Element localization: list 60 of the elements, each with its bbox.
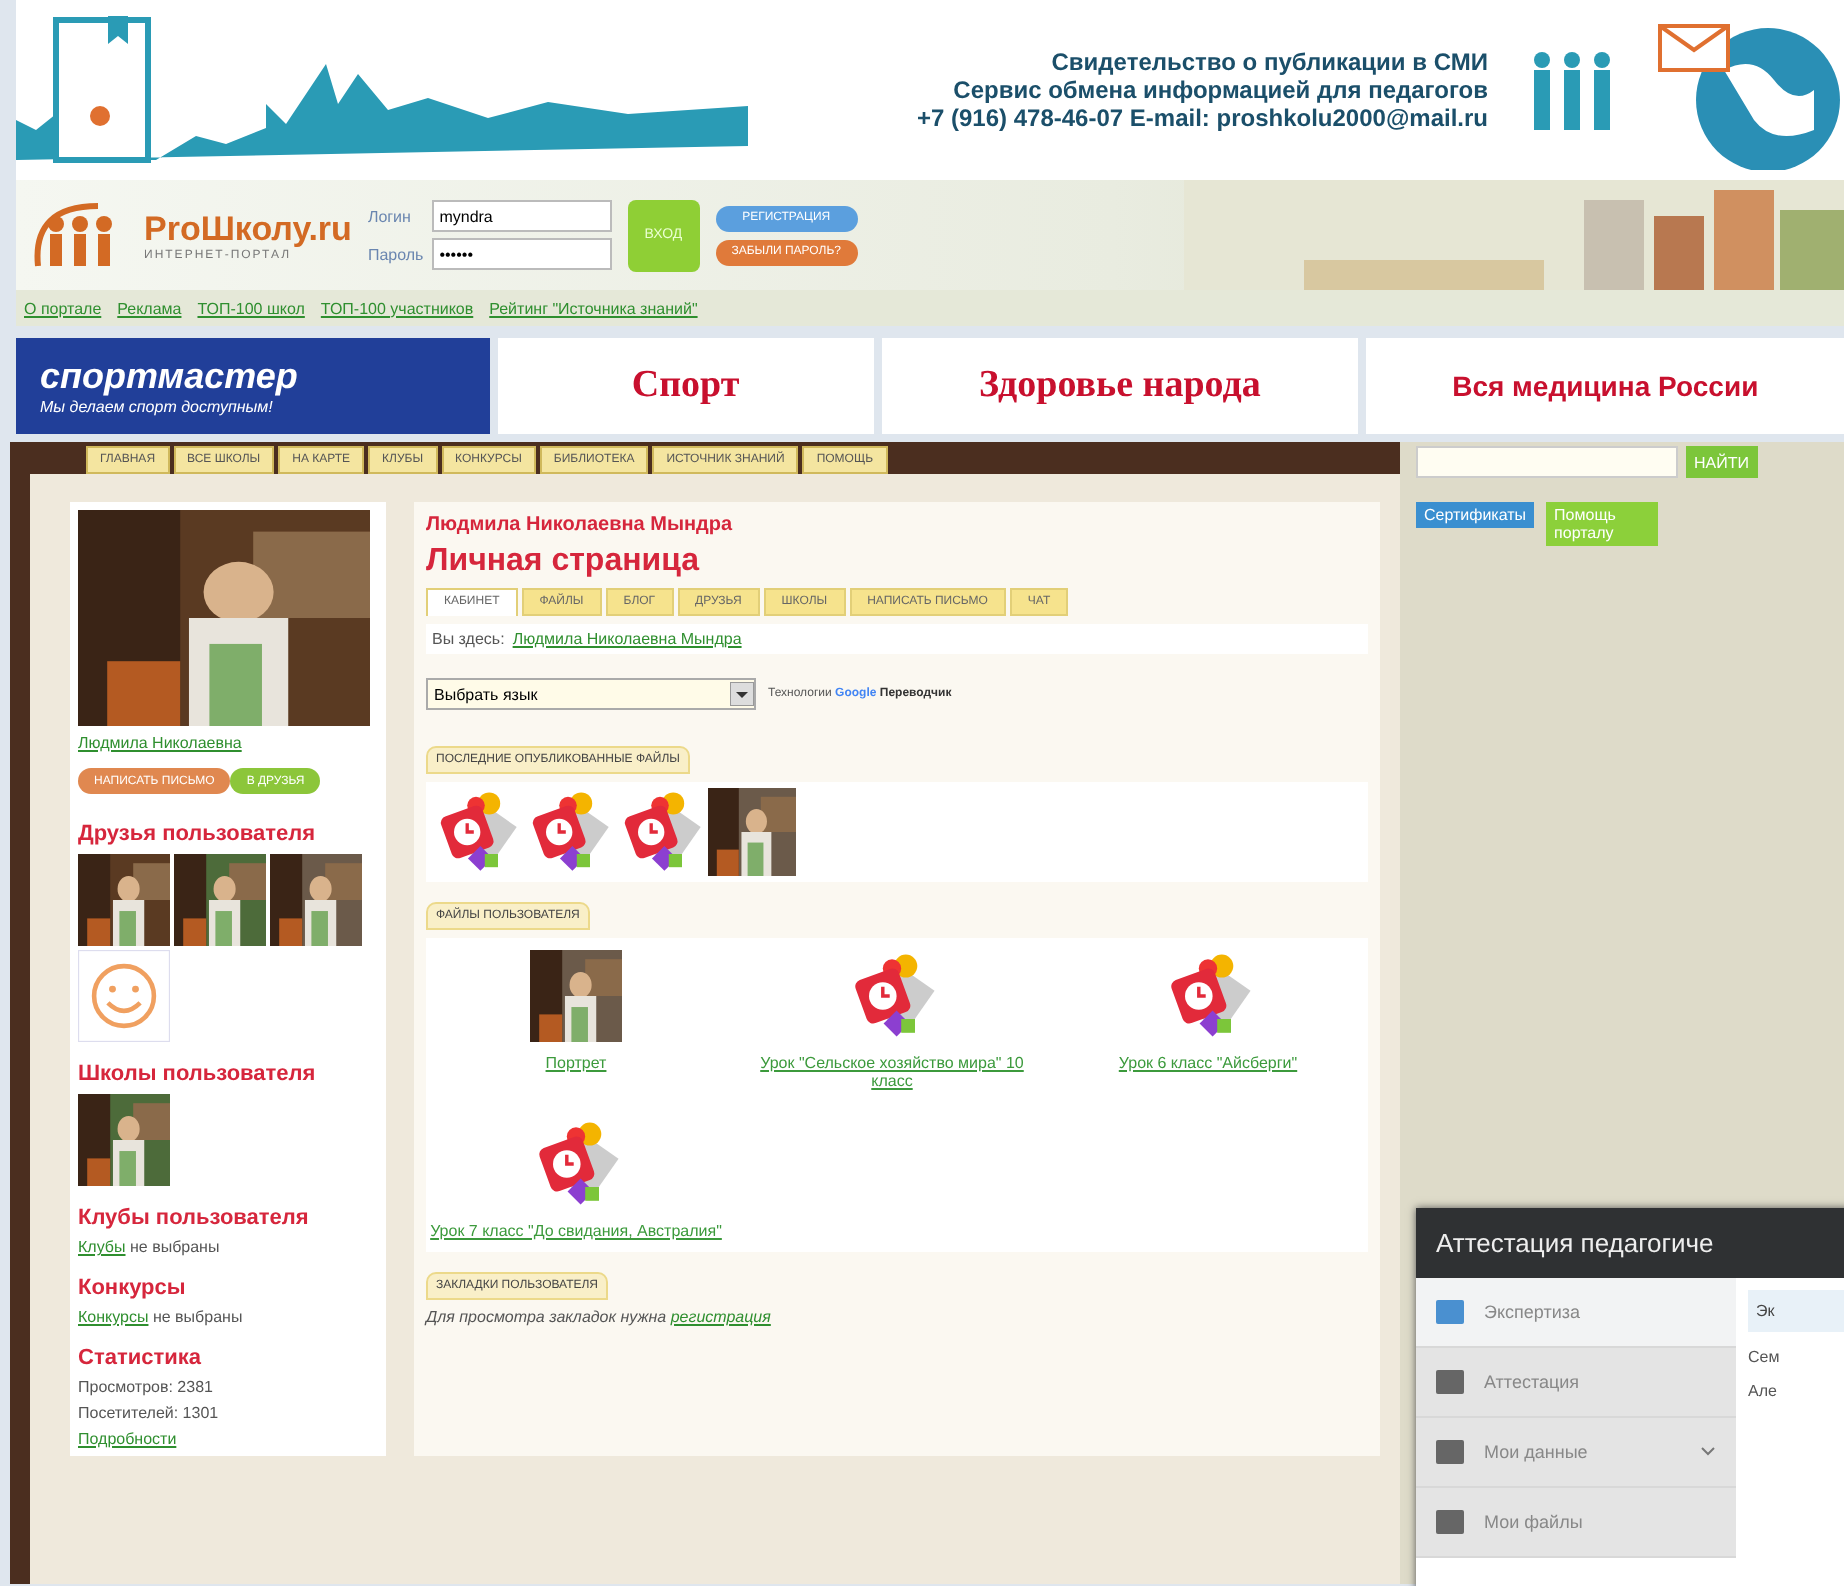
- top-link[interactable]: Реклама: [117, 299, 182, 317]
- clubs-text: Клубы не выбраны: [78, 1238, 222, 1256]
- clubs-link[interactable]: Клубы: [78, 1238, 126, 1256]
- ad-banner[interactable]: Здоровье народа: [881, 338, 1359, 434]
- clubs-heading: Клубы пользователя: [78, 1206, 311, 1230]
- menu-item[interactable]: Аттестация: [1416, 1348, 1736, 1418]
- file-link[interactable]: Урок 7 класс "До свидания, Австралия": [430, 1222, 722, 1240]
- statistics-heading: Статистика: [78, 1346, 203, 1370]
- window-tab[interactable]: Эк: [1748, 1290, 1844, 1332]
- file-link[interactable]: Портрет: [545, 1054, 607, 1072]
- password-field[interactable]: ••••••: [431, 238, 612, 270]
- password-label: Пароль: [367, 245, 424, 263]
- contests-text: Конкурсы не выбраны: [78, 1308, 245, 1326]
- sport-ad[interactable]: спортмастер Мы делаем спорт доступным!: [16, 338, 490, 434]
- owner-name: Людмила Николаевна Мындра: [426, 514, 735, 536]
- certificates-button[interactable]: Сертификаты: [1416, 502, 1535, 528]
- window-text: Сем: [1748, 1348, 1782, 1366]
- banner-text: Свидетельство о публикации в СМИ: [1051, 48, 1488, 76]
- login-label: Логин: [367, 207, 413, 225]
- login-field[interactable]: myndra: [431, 200, 612, 232]
- menu-item[interactable]: Мои данные: [1416, 1418, 1736, 1488]
- file-link[interactable]: Урок 6 класс "Айсберги": [1118, 1054, 1298, 1072]
- top-link[interactable]: Рейтинг "Источника знаний": [489, 299, 698, 317]
- page-title: Личная страница: [426, 544, 702, 580]
- statistics-text: Просмотров: 2381: [78, 1378, 215, 1396]
- bookmarks-text: Для просмотра закладок нужна регистрация: [426, 1308, 773, 1326]
- details-link[interactable]: Подробности: [78, 1430, 378, 1448]
- file-link[interactable]: Урок "Сельское хозяйство мира" 10 класс: [742, 1054, 1042, 1090]
- ad-brand: спортмастер: [40, 356, 300, 398]
- banner-text: Сервис обмена информацией для педагогов: [953, 76, 1488, 104]
- dropdown-icon: [730, 682, 754, 706]
- search-field[interactable]: [1416, 446, 1678, 478]
- window-text: Але: [1748, 1382, 1779, 1400]
- menu-icon: [1436, 1510, 1464, 1534]
- menu-icon: [1436, 1370, 1464, 1394]
- banner-text: +7 (916) 478-46-07 E-mail: proshkolu2000@mail.ru: [917, 104, 1488, 132]
- ad-slogan: Мы делаем спорт доступным!: [40, 398, 275, 416]
- ad-banner[interactable]: Спорт: [498, 338, 874, 434]
- chevron-icon: [1700, 1446, 1716, 1458]
- register-link[interactable]: регистрация: [670, 1308, 771, 1326]
- language-select[interactable]: Выбрать язык: [426, 678, 756, 710]
- menu-item[interactable]: Мои файлы: [1416, 1488, 1736, 1558]
- schools-heading: Школы пользователя: [78, 1062, 318, 1086]
- menu-icon: [1436, 1300, 1464, 1324]
- ad-banner[interactable]: Вся медицина России: [1366, 338, 1844, 434]
- window-title: Аттестация педагогиче: [1416, 1208, 1844, 1278]
- breadcrumb-link[interactable]: Людмила Николаевна Мындра: [512, 630, 742, 648]
- friends-heading: Друзья пользователя: [78, 822, 317, 846]
- contests-link[interactable]: Конкурсы: [78, 1308, 149, 1326]
- site-logo: ProШколу.ru: [144, 209, 352, 249]
- breadcrumb-label: Вы здесь:: [432, 630, 505, 648]
- menu-icon: [1436, 1440, 1464, 1464]
- top-link[interactable]: ТОП-100 школ: [197, 299, 305, 317]
- smiley-icon: [78, 950, 170, 1042]
- top-link[interactable]: ТОП-100 участников: [320, 299, 474, 317]
- statistics-text: Посетителей: 1301: [78, 1404, 221, 1422]
- profile-name-link[interactable]: Людмила Николаевна: [78, 734, 378, 752]
- top-link[interactable]: О портале: [24, 299, 102, 317]
- contests-heading: Конкурсы: [78, 1276, 188, 1300]
- menu-item[interactable]: Экспертиза: [1416, 1278, 1736, 1348]
